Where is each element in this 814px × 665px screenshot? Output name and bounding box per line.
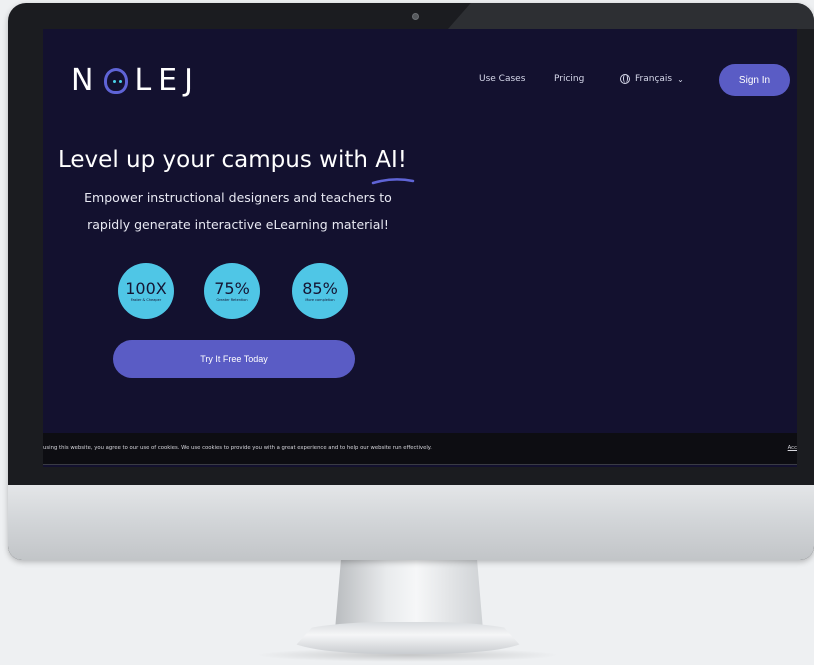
stat-label: More completion — [305, 297, 335, 302]
logo-face-icon — [104, 67, 129, 94]
monitor-chin — [8, 485, 814, 560]
stat-value: 100X — [125, 278, 167, 298]
nolej-logo[interactable]: N LEJ — [71, 63, 200, 98]
hero-subline-2: rapidly generate interactive eLearning m… — [87, 217, 389, 232]
cookie-notice-text: using this website, you agree to our use… — [43, 445, 432, 451]
monitor: N LEJ Use Cases Pricing Français ⌄ Sign … — [8, 3, 814, 560]
stat-value: 85% — [302, 278, 338, 298]
webcam-icon — [412, 13, 419, 20]
language-selector[interactable]: Français ⌄ — [620, 74, 684, 84]
try-it-free-button[interactable]: Try It Free Today — [113, 340, 355, 378]
logo-text-left: N — [71, 63, 101, 98]
headline-prefix: Level up your campus with — [58, 147, 376, 173]
stat-label: Faster & Cheaper — [130, 297, 162, 302]
cookie-accept-link[interactable]: Acc — [788, 445, 797, 451]
logo-text-right: LEJ — [134, 63, 200, 98]
stat-badge-speed: 100X Faster & Cheaper — [118, 263, 174, 319]
headline-highlight: AI! — [375, 147, 408, 173]
bezel-reflection — [448, 3, 814, 29]
globe-icon — [620, 74, 630, 84]
hero-headline: Level up your campus with AI! — [58, 147, 407, 173]
nav-pricing-link[interactable]: Pricing — [554, 74, 584, 84]
cookie-banner: using this website, you agree to our use… — [43, 433, 797, 465]
stat-badge-retention: 75% Greater Retention — [204, 263, 260, 319]
stat-value: 75% — [214, 278, 250, 298]
nav-use-cases-link[interactable]: Use Cases — [479, 74, 525, 84]
website-screen: N LEJ Use Cases Pricing Français ⌄ Sign … — [43, 29, 797, 467]
sign-in-button[interactable]: Sign In — [719, 64, 790, 96]
stat-label: Greater Retention — [216, 297, 248, 302]
monitor-stand — [335, 560, 483, 630]
language-label: Français — [635, 74, 673, 84]
headline-underline-decoration — [371, 178, 415, 185]
hero-subline-1: Empower instructional designers and teac… — [84, 190, 392, 205]
stat-badge-completion: 85% More completion — [292, 263, 348, 319]
monitor-stand-base — [288, 622, 528, 654]
chevron-down-icon: ⌄ — [677, 74, 684, 84]
